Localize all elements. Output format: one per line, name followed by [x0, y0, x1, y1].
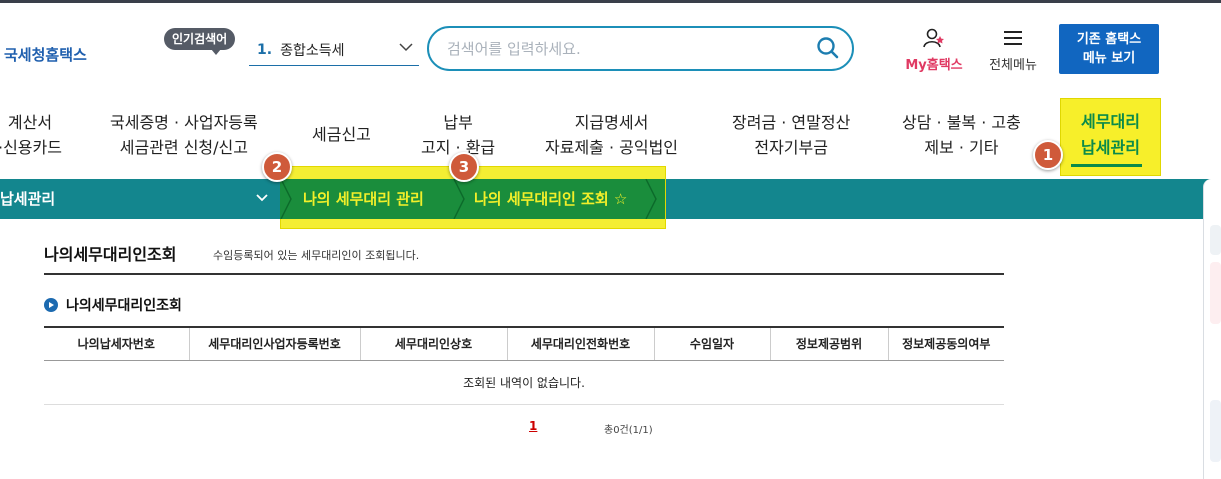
gnb-item-line1: 납부 — [443, 113, 473, 132]
title-divider — [44, 273, 1004, 275]
breadcrumb-level2[interactable]: 나의 세무대리 관리 — [303, 179, 424, 219]
search-icon[interactable] — [816, 36, 840, 60]
site-logo[interactable]: 국세청홈택스 — [4, 44, 87, 65]
popular-rank: 1. — [257, 41, 273, 58]
chevron-down-icon — [399, 41, 413, 56]
column-header: 세무대리인상호 — [359, 326, 507, 361]
gnb-active-line2: 납세관리 — [1081, 138, 1140, 157]
breadcrumb-level3[interactable]: 나의 세무대리인 조회 ☆ — [474, 179, 627, 219]
gnb-item-consulting[interactable]: 상담 · 불복 · 고충 제보 · 기타 — [902, 110, 1021, 160]
favorite-star-icon[interactable]: ☆ — [614, 190, 627, 208]
breadcrumb-level1[interactable]: 납세관리 — [0, 179, 55, 219]
column-header: 세무대리인전화번호 — [506, 326, 654, 361]
old-menu-button[interactable]: 기존 홈택스 메뉴 보기 — [1059, 24, 1159, 74]
tax-agent-table: 나의납세자번호 세무대리인사업자등록번호 세무대리인상호 세무대리인전화번호 수… — [44, 326, 1004, 405]
arrow-circle-icon — [44, 298, 58, 312]
old-menu-line1: 기존 홈택스 — [1076, 32, 1142, 47]
step-marker-2: 2 — [262, 152, 292, 182]
gnb-item-payment-statement[interactable]: 지급명세서 자료제출 · 공익법인 — [545, 110, 678, 160]
gnb-item-line2: 세금관련 신청/신고 — [119, 138, 248, 157]
gnb-item-line1: 지급명세서 — [574, 113, 649, 132]
table-header-row: 나의납세자번호 세무대리인사업자등록번호 세무대리인상호 세무대리인전화번호 수… — [44, 326, 1004, 361]
column-header: 정보제공범위 — [769, 326, 888, 361]
gnb-item-tax-agent-active[interactable]: 세무대리 납세관리 — [1060, 98, 1161, 176]
breadcrumb-level3-label: 나의 세무대리인 조회 — [474, 190, 609, 208]
top-border — [0, 0, 1221, 3]
gnb-item-certificate[interactable]: 국세증명 · 사업자등록 세금관련 신청/신고 — [110, 110, 258, 160]
breadcrumb-separator-icon — [280, 179, 292, 219]
search-input[interactable] — [447, 28, 807, 69]
active-underline — [1071, 164, 1142, 167]
old-menu-line2: 메뉴 보기 — [1082, 51, 1136, 66]
all-menu-button[interactable]: 전체메뉴 — [980, 28, 1046, 73]
gnb-item-line2: ·신용카드 — [0, 138, 62, 157]
section-title-label: 나의세무대리인조회 — [66, 298, 182, 314]
column-header: 세무대리인사업자등록번호 — [188, 326, 360, 361]
step-marker-3: 3 — [449, 152, 479, 182]
page-description: 수임등록되어 있는 세무대리인이 조회됩니다. — [213, 249, 420, 262]
gnb-active-line1: 세무대리 — [1081, 112, 1140, 131]
breadcrumb-separator-icon — [645, 179, 657, 219]
gnb-item-line1: 계산서 — [7, 113, 53, 132]
column-header: 수임일자 — [653, 326, 770, 361]
chevron-down-icon[interactable] — [256, 179, 268, 219]
gnb-item-line1: 국세증명 · 사업자등록 — [110, 113, 258, 132]
column-header: 정보제공동의여부 — [887, 326, 1004, 361]
quick-panel-item[interactable] — [1210, 400, 1221, 462]
gnb-item-invoice[interactable]: 계산서 ·신용카드 — [0, 110, 62, 160]
gnb-item-line1: 장려금 · 연말정산 — [732, 113, 851, 132]
hamburger-menu-icon — [1001, 28, 1025, 50]
total-count: 총0건(1/1) — [604, 425, 653, 436]
search-box — [427, 26, 854, 71]
my-hometax-button[interactable]: My홈택스 — [898, 28, 970, 73]
popular-search-select[interactable]: 1. 종합소득세 — [249, 34, 419, 66]
breadcrumb-separator-icon — [453, 179, 465, 219]
step-marker-1: 1 — [1033, 140, 1063, 170]
page-title: 나의세무대리인조회 — [44, 245, 177, 264]
quick-panel-item[interactable] — [1210, 225, 1221, 255]
all-menu-label: 전체메뉴 — [989, 58, 1037, 73]
column-header: 나의납세자번호 — [44, 326, 189, 361]
user-icon — [922, 28, 946, 50]
gnb-item-line2: 전자기부금 — [754, 138, 828, 157]
empty-message: 조회된 내역이 없습니다. — [44, 360, 1004, 405]
popular-term: 종합소득세 — [280, 42, 345, 59]
quick-panel-item[interactable] — [1210, 262, 1221, 324]
gnb-item-line2: 자료제출 · 공익법인 — [545, 138, 679, 157]
table-row: 조회된 내역이 없습니다. — [44, 360, 1004, 405]
gnb-item-tax-report[interactable]: 세금신고 — [312, 122, 371, 147]
gnb-item-incentive[interactable]: 장려금 · 연말정산 전자기부금 — [732, 110, 850, 160]
my-hometax-label: My홈택스 — [905, 58, 963, 73]
gnb-item-line1: 상담 · 불복 · 고충 — [902, 113, 1021, 132]
gnb-item-line2: 제보 · 기타 — [924, 138, 999, 157]
page-number-link[interactable]: 1 — [529, 419, 537, 433]
gnb-item-line1: 세금신고 — [312, 125, 371, 144]
popular-search-badge: 인기검색어 — [164, 28, 236, 55]
section-title: 나의세무대리인조회 — [44, 295, 182, 315]
